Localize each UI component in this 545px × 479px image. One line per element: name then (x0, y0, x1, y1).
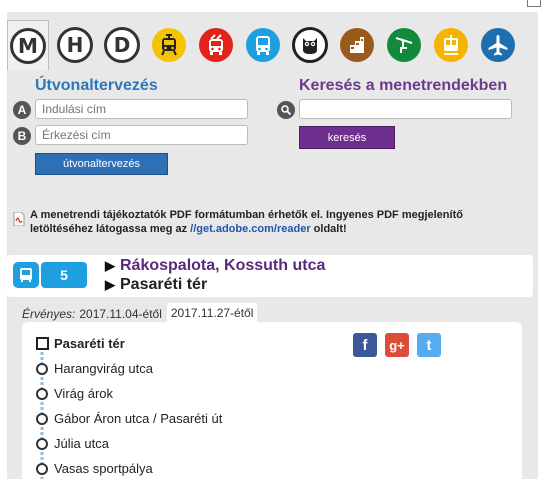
tab-metro[interactable]: M (7, 20, 49, 70)
pdf-notice: A menetrendi tájékoztatók PDF formátumba… (13, 208, 528, 236)
tab-funicular[interactable] (430, 20, 472, 70)
tab-bus[interactable] (242, 20, 284, 70)
tab-trolleybus[interactable] (195, 20, 237, 70)
plan-route-button[interactable]: útvonaltervezés (35, 153, 168, 175)
stop-circle-icon (36, 388, 48, 400)
timetable-search-input[interactable] (299, 99, 512, 119)
night-bus-owl-icon (292, 27, 328, 63)
tram-icon (152, 28, 186, 62)
stop-3[interactable]: Gábor Áron utca / Pasaréti út (54, 411, 222, 426)
validity-date-tab-1[interactable]: 2017.11.04-étől (79, 307, 162, 321)
from-address-input[interactable] (35, 99, 248, 119)
direction-to[interactable]: ▶ Pasaréti tér (105, 276, 207, 294)
stop-circle-icon (36, 463, 48, 475)
cogwheel-railway-icon (340, 28, 374, 62)
pdf-notice-suffix: oldalt! (310, 223, 347, 235)
triangle-right-icon: ▶ (105, 277, 115, 292)
twitter-share-icon[interactable]: t (417, 333, 441, 357)
stop-circle-icon (36, 363, 48, 375)
tab-cogwheel[interactable] (336, 20, 378, 70)
transport-mode-tabs: M H D (7, 20, 538, 70)
window-top-strip (0, 0, 545, 12)
stop-circle-icon (36, 438, 48, 450)
chairlift-icon (387, 28, 421, 62)
stop-circle-icon (36, 413, 48, 425)
airplane-icon (481, 28, 515, 62)
hev-icon: H (57, 27, 93, 63)
direction-to-label: Pasaréti tér (120, 276, 208, 293)
stop-2[interactable]: Virág árok (54, 386, 113, 401)
window-corner-icon (527, 0, 541, 7)
tab-chairlift[interactable] (383, 20, 425, 70)
ferry-icon: D (104, 27, 140, 63)
planner-section: Útvonaltervezés Keresés a menetrendekben… (7, 70, 538, 254)
tab-night-bus[interactable] (289, 20, 331, 70)
line-number-badge: 5 (41, 262, 87, 288)
validity-label: Érvényes: (22, 306, 76, 321)
validity-date-tab-2[interactable]: 2017.11.27-étől (166, 303, 258, 324)
funicular-icon (434, 28, 468, 62)
tab-ferry[interactable]: D (101, 20, 143, 70)
triangle-right-icon: ▶ (105, 258, 115, 273)
route-header: 5 ▶ Rákospalota, Kossuth utca ▶ Pasaréti t… (7, 255, 533, 297)
tab-tram[interactable] (148, 20, 190, 70)
tab-hev[interactable]: H (54, 20, 96, 70)
terminus-square-icon (36, 337, 49, 350)
tab-airport[interactable] (477, 20, 519, 70)
to-badge: B (13, 127, 31, 145)
bus-icon (246, 28, 280, 62)
facebook-share-icon[interactable]: f (353, 333, 377, 357)
metro-icon: M (10, 27, 46, 64)
search-title: Keresés a menetrendekben (299, 77, 508, 94)
from-badge: A (13, 101, 31, 119)
stop-0[interactable]: Pasaréti tér (54, 336, 125, 351)
search-button[interactable]: keresés (299, 126, 395, 149)
validity-bar: Érvényes: 2017.11.04-étől 2017.11.27-étő… (22, 303, 258, 324)
stop-5[interactable]: Vasas sportpálya (54, 461, 153, 476)
pdf-file-icon (13, 211, 25, 230)
trolleybus-icon (199, 28, 233, 62)
planner-title: Útvonaltervezés (35, 77, 158, 94)
magnifier-icon (277, 101, 295, 119)
direction-from[interactable]: ▶ Rákospalota, Kossuth utca (105, 257, 325, 275)
stop-1[interactable]: Harangvirág utca (54, 361, 153, 376)
stop-4[interactable]: Júlia utca (54, 436, 109, 451)
direction-from-label: Rákospalota, Kossuth utca (120, 257, 326, 274)
googleplus-share-icon[interactable]: g+ (385, 333, 409, 357)
to-address-input[interactable] (35, 125, 248, 145)
adobe-reader-link[interactable]: //get.adobe.com/reader (190, 223, 310, 235)
bus-icon (13, 262, 39, 288)
